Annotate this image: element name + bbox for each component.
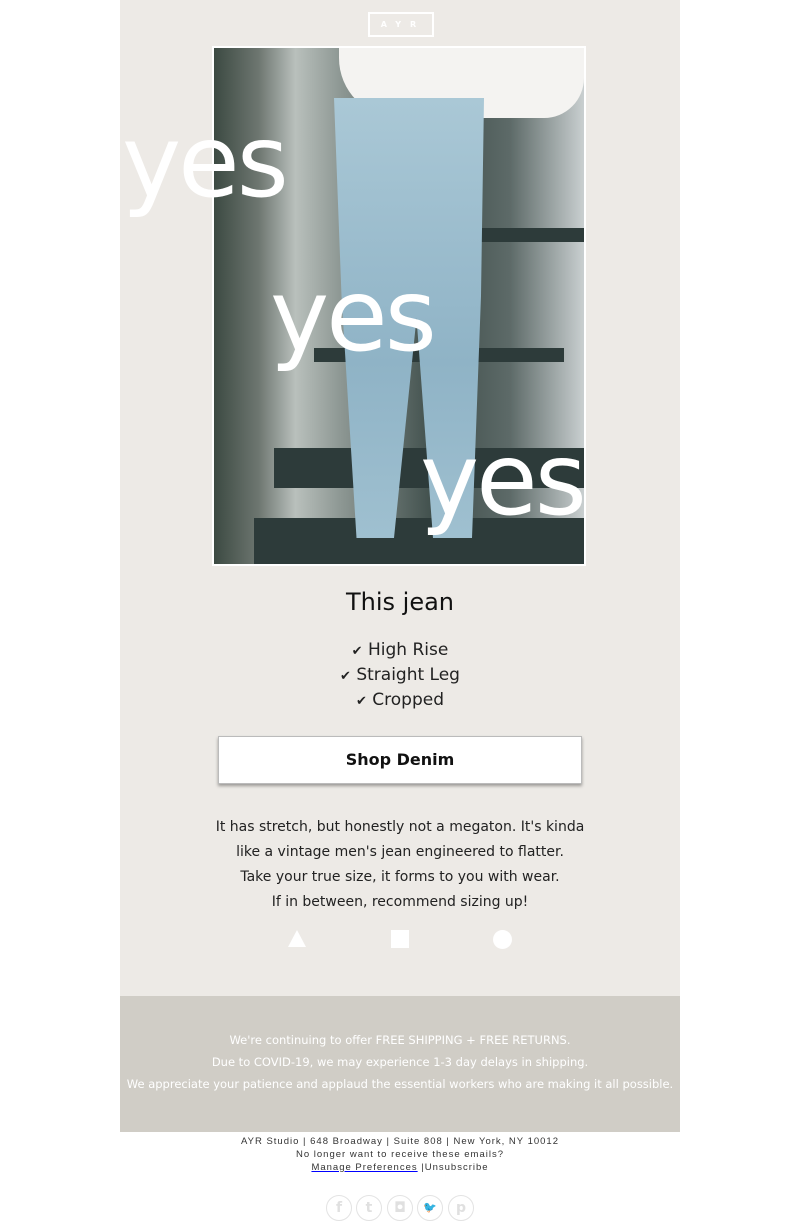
feature-label: High Rise bbox=[367, 640, 449, 660]
triangle-icon bbox=[288, 930, 306, 947]
check-icon: ✔ bbox=[340, 669, 351, 684]
feature-label: Cropped bbox=[372, 690, 445, 710]
check-icon: ✔ bbox=[351, 644, 363, 659]
unsubscribe-link[interactable]: Unsubscribe bbox=[425, 1162, 489, 1173]
yes-overlay-1: yes bbox=[122, 103, 289, 220]
feature-item: ✔ Cropped bbox=[120, 690, 680, 710]
footer-address: AYR Studio | 648 Broadway | Suite 808 | … bbox=[240, 1136, 560, 1147]
description-line: It has stretch, but honestly not a megat… bbox=[215, 819, 585, 835]
yes-overlay-3: yes bbox=[420, 421, 587, 538]
instagram-icon[interactable]: ◘ bbox=[387, 1195, 413, 1221]
footer-links: Manage Preferences |Unsubscribe bbox=[120, 1162, 680, 1173]
facebook-icon[interactable]: f bbox=[326, 1195, 352, 1221]
banner-line: Due to COVID-19, we may experience 1-3 d… bbox=[211, 1055, 589, 1069]
banner-line: We appreciate your patience and applaud … bbox=[126, 1077, 674, 1091]
shipping-banner: We're continuing to offer FREE SHIPPING … bbox=[120, 996, 680, 1132]
headline: This jean bbox=[345, 588, 455, 616]
circle-icon bbox=[493, 930, 512, 949]
feature-label: Straight Leg bbox=[356, 665, 460, 685]
shop-denim-button[interactable]: Shop Denim bbox=[218, 736, 582, 784]
description-line: Take your true size, it forms to you wit… bbox=[240, 869, 560, 885]
description-line: like a vintage men's jean engineered to … bbox=[236, 844, 564, 860]
footer-question: No longer want to receive these emails? bbox=[296, 1149, 504, 1160]
pinterest-icon[interactable]: p bbox=[448, 1195, 474, 1221]
yes-overlay-2: yes bbox=[270, 257, 437, 374]
separator: | bbox=[417, 1162, 425, 1173]
feature-item: ✔ Straight Leg bbox=[120, 665, 680, 685]
ayr-logo[interactable]: AYR bbox=[368, 12, 434, 37]
email-body: AYR yes yes yes This jean ✔ High Rise ✔ … bbox=[120, 0, 680, 996]
check-icon: ✔ bbox=[355, 694, 367, 709]
square-icon bbox=[391, 930, 409, 948]
description: It has stretch, but honestly not a megat… bbox=[120, 815, 680, 915]
manage-preferences-link[interactable]: Manage Preferences bbox=[311, 1162, 417, 1173]
banner-line: We're continuing to offer FREE SHIPPING … bbox=[229, 1033, 571, 1047]
tumblr-icon[interactable]: t bbox=[356, 1195, 382, 1221]
twitter-icon[interactable]: 🐦 bbox=[417, 1195, 443, 1221]
description-line: If in between, recommend sizing up! bbox=[271, 894, 529, 910]
feature-item: ✔ High Rise bbox=[120, 640, 680, 660]
